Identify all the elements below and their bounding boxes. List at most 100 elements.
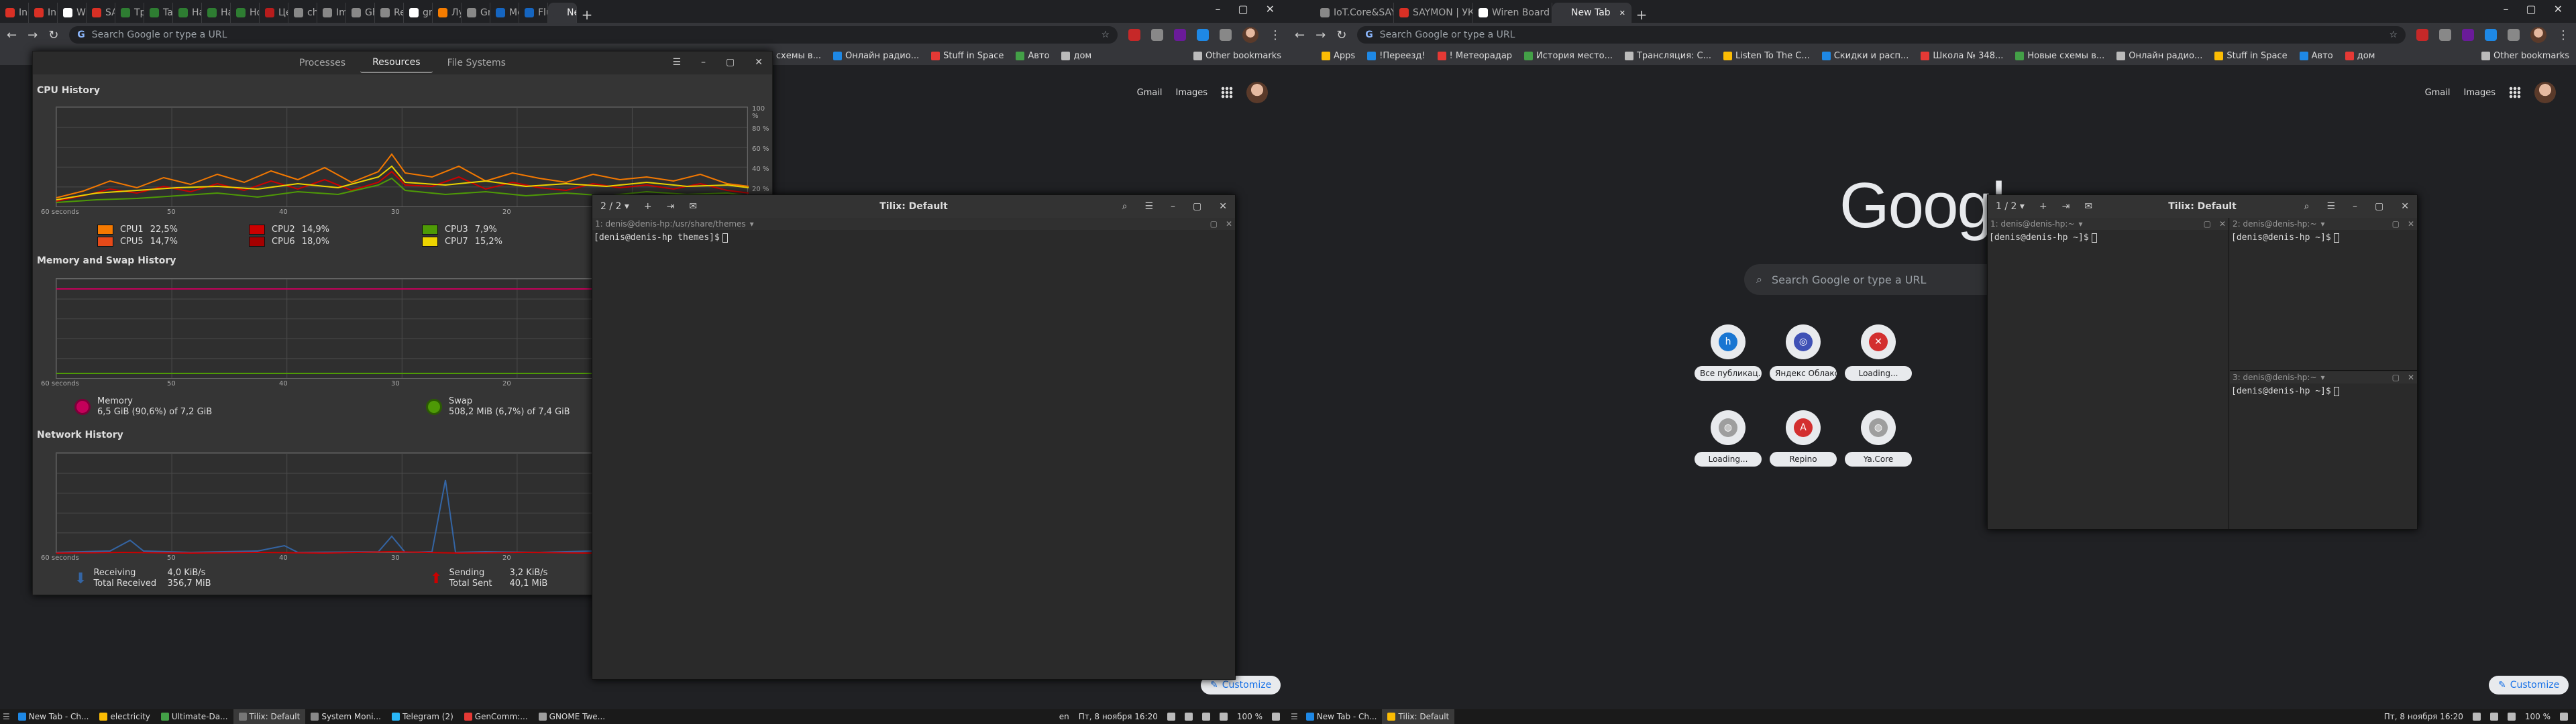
bookmark-item[interactable]: Онлайн радио... <box>833 51 919 61</box>
app-menu-icon[interactable]: ☰ <box>1291 712 1298 721</box>
menu-icon[interactable]: ☰ <box>2326 201 2335 212</box>
taskbar-item[interactable]: Tilix: Default <box>233 709 306 724</box>
bookmark-item[interactable]: Apps <box>1322 51 1355 61</box>
images-link[interactable]: Images <box>2464 88 2496 98</box>
minimize-icon[interactable]: – <box>2353 201 2357 212</box>
terminal-pane[interactable]: 1: denis@denis-hp:/usr/share/themes ▾ ▢ ✕… <box>592 218 1235 679</box>
minimize-icon[interactable]: – <box>1171 201 1175 212</box>
avatar[interactable] <box>2534 82 2556 103</box>
star-icon[interactable]: ☆ <box>1101 29 1110 40</box>
close-pane-icon[interactable]: ✕ <box>2219 219 2226 229</box>
clock[interactable]: Пт, 8 ноября 16:20 <box>1079 712 1158 721</box>
browser-tab[interactable]: Gh✕ <box>346 3 375 23</box>
taskbar-item[interactable]: System Moni... <box>305 709 386 724</box>
browser-tab[interactable]: Re✕ <box>375 3 404 23</box>
battery-icon[interactable] <box>2560 713 2568 721</box>
taskbar-item[interactable]: Telegram (2) <box>386 709 459 724</box>
browser-tab[interactable]: Gn✕ <box>462 3 490 23</box>
shield-icon[interactable] <box>1197 29 1209 41</box>
browser-tab[interactable]: Це✕ <box>260 3 288 23</box>
extension-icon[interactable] <box>2439 29 2451 41</box>
close-icon[interactable]: ✕ <box>2401 201 2409 212</box>
add-session-icon[interactable]: + <box>2039 201 2047 212</box>
cpu-color-swatch[interactable] <box>249 225 265 235</box>
browser-tab[interactable]: New Tab ✕ <box>1552 3 1631 23</box>
minimize-icon[interactable]: – <box>2503 3 2508 15</box>
maximize-pane-icon[interactable]: ▢ <box>2392 373 2400 382</box>
bookmark-item[interactable]: Stuff in Space <box>931 51 1004 61</box>
tab-resources[interactable]: Resources <box>360 53 433 73</box>
cpu-color-swatch[interactable] <box>422 237 438 247</box>
cpu-color-swatch[interactable] <box>97 225 113 235</box>
browser-tab[interactable]: Ha✕ <box>202 3 231 23</box>
terminal-pane-2[interactable]: 2: denis@denis-hp:~ ▾ ▢ ✕ [denis@denis-hp… <box>2230 218 2417 371</box>
shortcut-tile[interactable]: ◍ Loading... <box>1690 406 1766 481</box>
bookmark-item[interactable]: Listen To The C... <box>1723 51 1810 61</box>
zoom-level[interactable]: 100 % <box>2525 712 2551 721</box>
minimize-icon[interactable]: – <box>701 57 706 68</box>
maximize-icon[interactable]: ▢ <box>1193 201 1201 212</box>
browser-tab[interactable]: Wiren Board Web UI✕ <box>1473 3 1552 23</box>
taskbar-item[interactable]: New Tab - Ch... <box>13 709 95 724</box>
maximize-pane-icon[interactable]: ▢ <box>2392 219 2400 229</box>
browser-tab[interactable]: SAYMON | УК / ГПН / Wi✕ <box>1394 3 1473 23</box>
bookmark-item[interactable]: Онлайн радио... <box>2116 51 2202 61</box>
tab-processes[interactable]: Processes <box>287 54 358 72</box>
shortcut-tile[interactable]: ◎ Яндекс Облако <box>1766 320 1841 396</box>
cpu-color-swatch[interactable] <box>249 237 265 247</box>
browser-tab[interactable]: Inb✕ <box>0 3 29 23</box>
bookmark-item[interactable]: Авто <box>2299 51 2333 61</box>
maximize-icon[interactable]: ▢ <box>726 57 735 68</box>
reload-icon[interactable]: ↻ <box>1336 28 1346 42</box>
network-icon[interactable] <box>1184 713 1193 721</box>
shortcut-tile[interactable]: h Все публикац... <box>1690 320 1766 396</box>
right-customize-button[interactable]: ✎ Customize <box>2489 676 2569 695</box>
bluetooth-icon[interactable] <box>1201 713 1210 721</box>
search-icon[interactable]: ⌕ <box>1122 201 1128 212</box>
browser-tab[interactable]: Tal✕ <box>144 3 173 23</box>
browser-tab[interactable]: Ha✕ <box>173 3 202 23</box>
shortcut-tile[interactable]: ✕ Loading... <box>1841 320 1916 396</box>
shortcut-tile[interactable]: A Repino <box>1766 406 1841 481</box>
browser-tab[interactable]: SA✕ <box>87 3 115 23</box>
session-switcher[interactable]: 1 / 2 ▾ <box>1996 201 2025 212</box>
browser-tab[interactable]: Flu✕ <box>519 3 548 23</box>
taskbar-item[interactable]: New Tab - Ch... <box>1301 709 1383 724</box>
browser-tab[interactable]: Лу✕ <box>433 3 462 23</box>
cpu-color-swatch[interactable] <box>97 237 113 247</box>
bookmark-item[interactable]: Stuff in Space <box>2214 51 2288 61</box>
tab-file-systems[interactable]: File Systems <box>435 54 518 72</box>
bookmark-item[interactable]: Новые схемы в... <box>2015 51 2104 61</box>
browser-tab[interactable]: Tp✕ <box>115 3 144 23</box>
maximize-icon[interactable]: ▢ <box>2375 201 2383 212</box>
notification-icon[interactable]: ✉ <box>689 201 697 212</box>
close-icon[interactable]: ✕ <box>755 57 763 68</box>
app-menu-icon[interactable]: ☰ <box>3 712 10 721</box>
close-pane-icon[interactable]: ✕ <box>2408 219 2414 229</box>
zoom-level[interactable]: 100 % <box>1237 712 1263 721</box>
browser-tab[interactable]: New T✕ <box>548 3 577 23</box>
taskbar-item[interactable]: GenComm:... <box>459 709 533 724</box>
bluetooth-icon[interactable] <box>2489 713 2498 721</box>
browser-tab[interactable]: Im✕ <box>317 3 346 23</box>
adblock-icon[interactable] <box>1128 29 1140 41</box>
terminal-pane-1[interactable]: 1: denis@denis-hp:~ ▾ ▢ ✕ [denis@denis-hp… <box>1988 218 2229 529</box>
taskbar-item[interactable]: electricity <box>94 709 155 724</box>
browser-tab[interactable]: gn✕ <box>404 3 433 23</box>
taskbar-item[interactable]: GNOME Twe... <box>533 709 610 724</box>
avatar[interactable] <box>2530 27 2546 43</box>
browser-tab[interactable]: Inb✕ <box>29 3 58 23</box>
split-icon[interactable]: ⇥ <box>667 201 675 212</box>
browser-tab[interactable]: ch✕ <box>288 3 317 23</box>
close-icon[interactable]: ✕ <box>2554 3 2563 15</box>
bookmark-item[interactable]: дом <box>1061 51 1091 61</box>
extension-icon[interactable] <box>1220 29 1232 41</box>
reload-icon[interactable]: ↻ <box>48 28 58 42</box>
extension-icon[interactable] <box>1174 29 1186 41</box>
cpu-color-swatch[interactable] <box>422 225 438 235</box>
bookmark-item[interactable]: ! Метеорадар <box>1437 51 1512 61</box>
bookmark-item[interactable]: Трансляция: С... <box>1624 51 1711 61</box>
adblock-icon[interactable] <box>2416 29 2428 41</box>
shortcut-tile[interactable]: ◍ Ya.Core <box>1841 406 1916 481</box>
minimize-icon[interactable]: – <box>1215 3 1220 15</box>
